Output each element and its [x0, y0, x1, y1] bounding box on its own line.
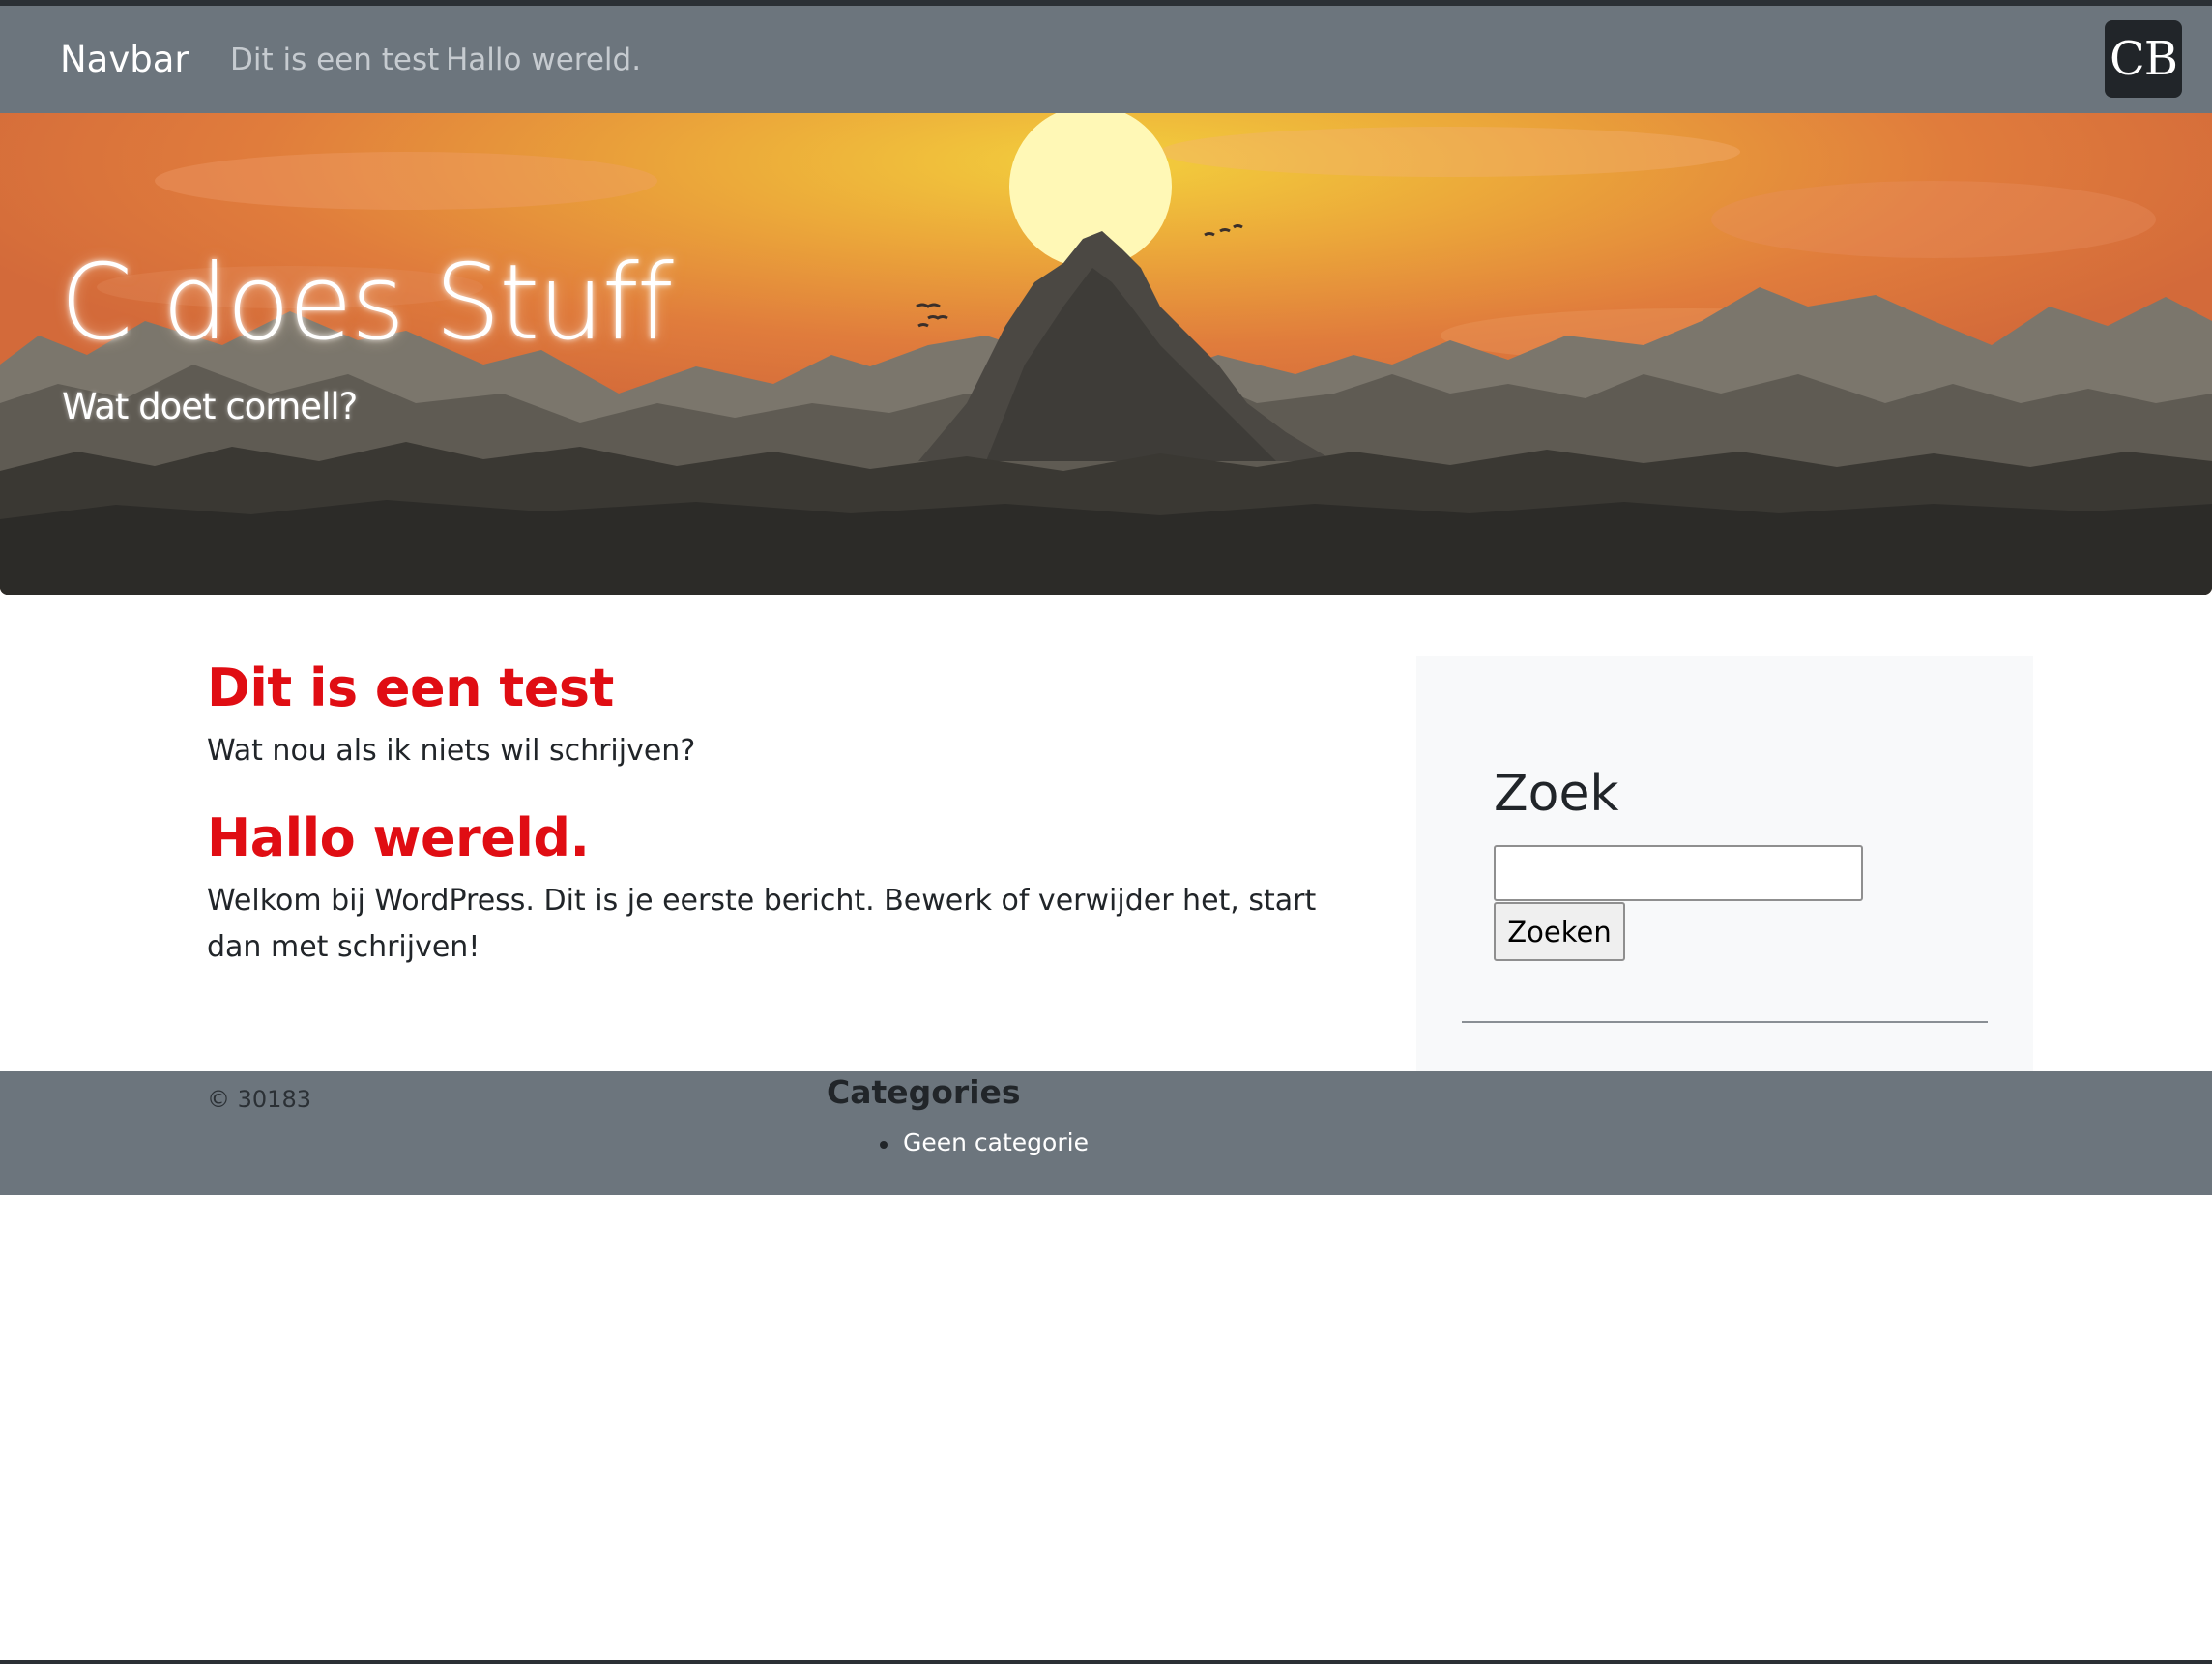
- site-tagline: Wat doet cornell?: [62, 386, 358, 427]
- search-button[interactable]: Zoeken: [1494, 902, 1625, 961]
- nav-link-dit-is-een-test[interactable]: Dit is een test: [230, 43, 439, 78]
- cb-logo-icon[interactable]: CB: [2105, 20, 2182, 98]
- copyright-text: © 30183: [207, 1086, 311, 1113]
- footer: © 30183 Categories Geen categorie: [0, 1071, 2212, 1195]
- post-excerpt: Wat nou als ik niets wil schrijven?: [207, 733, 696, 768]
- hero-banner: C does Stuff Wat doet cornell?: [0, 113, 2212, 595]
- category-item: Geen categorie: [855, 1127, 1089, 1159]
- post-title-link[interactable]: Hallo wereld.: [207, 807, 590, 870]
- sidebar: Zoek Zoeken: [1416, 656, 2033, 1071]
- search-widget-title: Zoek: [1494, 765, 1619, 823]
- post-item: Dit is een test Wat nou als ik niets wil…: [207, 657, 1377, 774]
- nav-link-hallo-wereld[interactable]: Hallo wereld.: [446, 43, 641, 78]
- post-excerpt: Welkom bij WordPress. Dit is je eerste b…: [207, 883, 1317, 964]
- search-input[interactable]: [1494, 845, 1863, 901]
- category-link-geen-categorie[interactable]: Geen categorie: [903, 1128, 1089, 1156]
- categories-title: Categories: [827, 1073, 1021, 1111]
- categories-list: Geen categorie: [855, 1127, 1089, 1159]
- sidebar-divider: [1462, 1021, 1988, 1023]
- post-list: Dit is een test Wat nou als ik niets wil…: [207, 657, 1377, 971]
- window-bottom-border: [0, 1660, 2212, 1664]
- post-title-link[interactable]: Dit is een test: [207, 657, 614, 720]
- post-item: Hallo wereld. Welkom bij WordPress. Dit …: [207, 807, 1377, 971]
- navbar: Navbar Dit is een test Hallo wereld. CB: [0, 6, 2212, 113]
- navbar-brand[interactable]: Navbar: [60, 39, 189, 81]
- site-title: C does Stuff: [60, 243, 674, 364]
